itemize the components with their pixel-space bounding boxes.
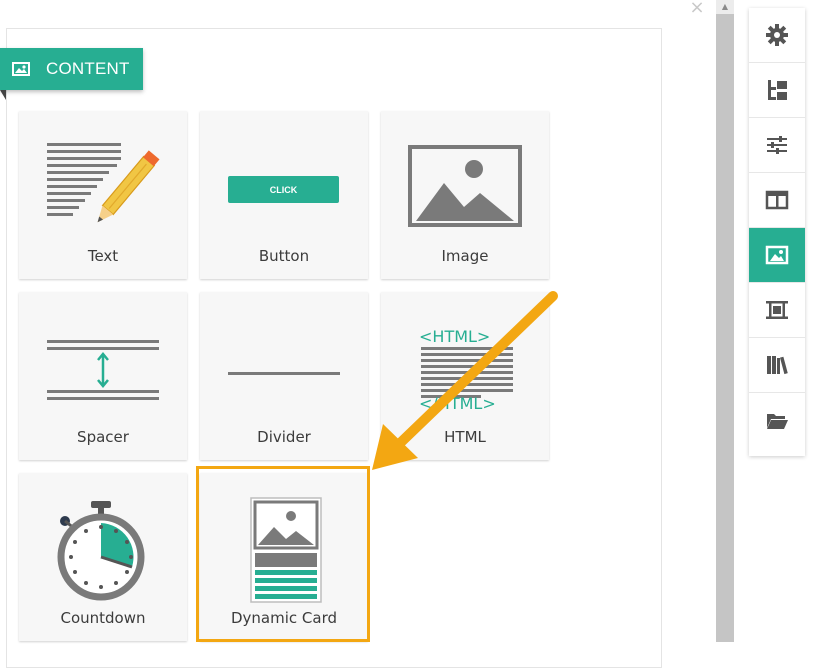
sidebar-item-content[interactable] — [749, 228, 805, 283]
tile-label: HTML — [444, 428, 486, 446]
tab-fold — [0, 90, 6, 100]
sliders-icon — [767, 136, 787, 154]
svg-text:CLICK: CLICK — [270, 185, 298, 195]
library-icon — [767, 356, 788, 375]
content-tab[interactable]: CONTENT — [0, 48, 143, 90]
sidebar-item-adjustments[interactable] — [749, 118, 805, 173]
tile-html[interactable]: <HTML> </HTML> HTML — [381, 292, 549, 460]
image-icon — [765, 245, 789, 265]
sidebar-item-folder[interactable] — [749, 393, 805, 448]
countdown-icon — [57, 501, 145, 601]
section-icon — [766, 301, 788, 319]
divider-icon — [228, 372, 340, 375]
image-icon — [12, 62, 30, 76]
svg-text:</HTML>: </HTML> — [419, 394, 496, 413]
image-icon — [408, 145, 522, 227]
right-sidebar — [749, 8, 805, 456]
tile-image[interactable]: Image — [381, 111, 549, 279]
columns-icon — [765, 190, 789, 210]
sidebar-item-settings[interactable] — [749, 8, 805, 63]
close-icon[interactable]: × — [688, 0, 706, 18]
tile-divider[interactable]: Divider — [200, 292, 368, 460]
tile-spacer[interactable]: Spacer — [19, 292, 187, 460]
sidebar-item-structure[interactable] — [749, 63, 805, 118]
tile-label: Dynamic Card — [230, 609, 337, 627]
tile-text[interactable]: Text — [19, 111, 187, 279]
sidebar-item-section[interactable] — [749, 283, 805, 338]
scroll-up-icon[interactable]: ▲ — [716, 0, 734, 14]
button-icon: CLICK — [228, 176, 339, 203]
sidebar-item-columns[interactable] — [749, 173, 805, 228]
html-icon: <HTML> </HTML> — [419, 327, 513, 413]
text-icon — [47, 143, 160, 223]
tile-label: Countdown — [60, 609, 146, 627]
tile-label: Button — [258, 247, 310, 265]
tile-label: Image — [441, 247, 489, 265]
folder-icon — [767, 413, 788, 429]
structure-icon — [768, 80, 787, 100]
tile-label: Divider — [257, 428, 311, 446]
scrollbar-thumb[interactable] — [716, 14, 734, 642]
tile-countdown[interactable]: Countdown — [19, 473, 187, 641]
tile-dynamic-card[interactable]: Dynamic Card — [200, 473, 368, 641]
sidebar-item-library[interactable] — [749, 338, 805, 393]
tile-label: Spacer — [77, 428, 129, 446]
dynamic-card-icon — [250, 497, 322, 603]
tile-button[interactable]: CLICK Button — [200, 111, 368, 279]
svg-text:<HTML>: <HTML> — [419, 327, 490, 346]
tile-label: Text — [87, 247, 119, 265]
gear-icon — [766, 24, 788, 46]
spacer-icon — [47, 340, 159, 400]
content-tab-label: CONTENT — [46, 59, 130, 78]
